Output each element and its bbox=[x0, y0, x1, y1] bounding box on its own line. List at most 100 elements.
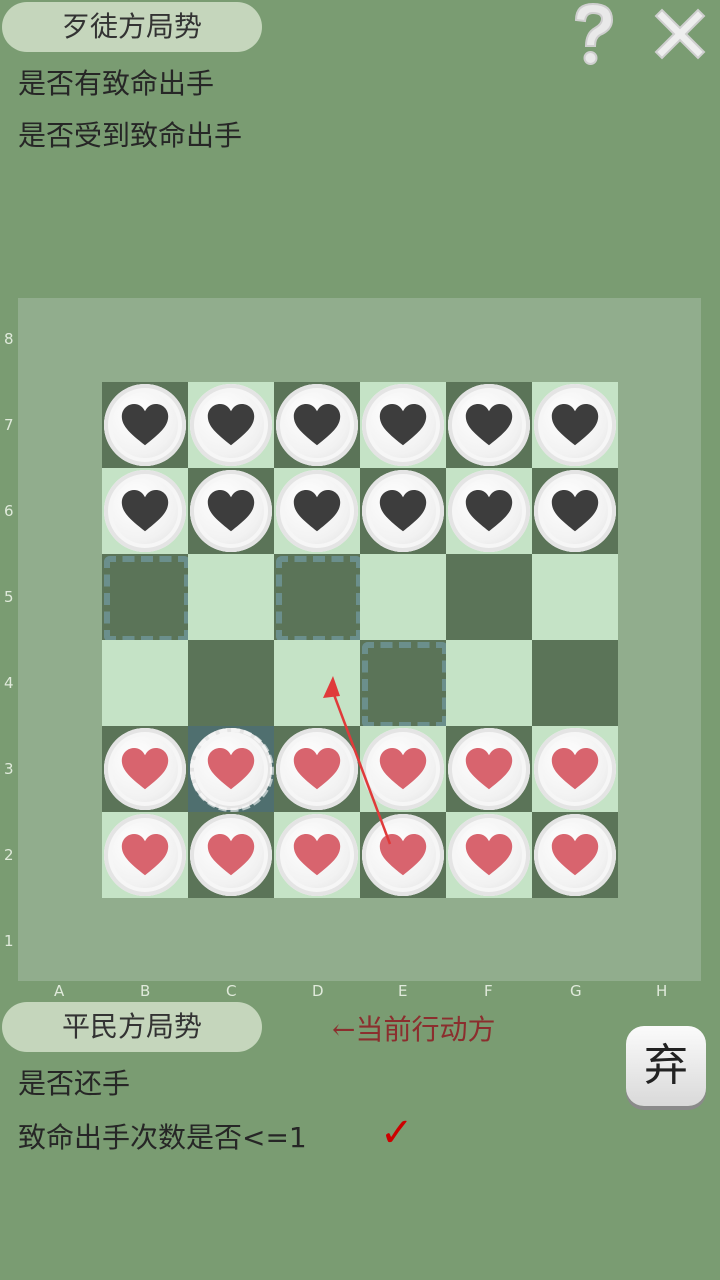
heart-icon bbox=[121, 489, 169, 532]
heart-icon bbox=[293, 489, 341, 532]
player-piece-E2[interactable] bbox=[362, 814, 444, 896]
board-square-D7[interactable] bbox=[274, 382, 360, 468]
board-square-C7[interactable] bbox=[188, 382, 274, 468]
opponent-fatal-move-status: 是否有致命出手 bbox=[18, 67, 215, 100]
board-square-B7[interactable] bbox=[102, 382, 188, 468]
board-square-C5[interactable] bbox=[188, 554, 274, 640]
player-fatal-count-status: 致命出手次数是否<=1 bbox=[18, 1121, 307, 1154]
heart-icon bbox=[379, 489, 427, 532]
board-square-D4[interactable] bbox=[274, 640, 360, 726]
heart-icon bbox=[551, 833, 599, 876]
board-square-D6[interactable] bbox=[274, 468, 360, 554]
check-mark-icon: ✓ bbox=[380, 1110, 414, 1156]
heart-icon bbox=[465, 833, 513, 876]
row-label-7: 7 bbox=[4, 416, 14, 434]
board-square-F2[interactable] bbox=[446, 812, 532, 898]
player-counterattack-status: 是否还手 bbox=[18, 1067, 131, 1100]
board-square-F5[interactable] bbox=[446, 554, 532, 640]
enemy-piece-B7[interactable] bbox=[104, 384, 186, 466]
enemy-piece-G6[interactable] bbox=[534, 470, 616, 552]
board-square-D2[interactable] bbox=[274, 812, 360, 898]
board-square-D3[interactable] bbox=[274, 726, 360, 812]
board-square-C2[interactable] bbox=[188, 812, 274, 898]
board-square-G7[interactable] bbox=[532, 382, 618, 468]
heart-icon bbox=[121, 747, 169, 790]
enemy-piece-E7[interactable] bbox=[362, 384, 444, 466]
board-square-E5[interactable] bbox=[360, 554, 446, 640]
enemy-piece-D6[interactable] bbox=[276, 470, 358, 552]
board-square-G5[interactable] bbox=[532, 554, 618, 640]
enemy-piece-F6[interactable] bbox=[448, 470, 530, 552]
column-label-H: H bbox=[656, 982, 668, 1000]
board-square-F4[interactable] bbox=[446, 640, 532, 726]
board-square-B3[interactable] bbox=[102, 726, 188, 812]
board-square-B6[interactable] bbox=[102, 468, 188, 554]
row-label-5: 5 bbox=[4, 588, 14, 606]
board-square-B5[interactable] bbox=[102, 554, 190, 642]
heart-icon bbox=[465, 489, 513, 532]
player-piece-E3[interactable] bbox=[362, 728, 444, 810]
column-label-F: F bbox=[484, 982, 493, 1000]
heart-icon bbox=[551, 489, 599, 532]
board-square-E2[interactable] bbox=[360, 812, 446, 898]
close-x-icon[interactable] bbox=[648, 2, 712, 66]
move-target-B5[interactable] bbox=[104, 556, 190, 642]
board-square-G3[interactable] bbox=[532, 726, 618, 812]
player-piece-F2[interactable] bbox=[448, 814, 530, 896]
board-square-G6[interactable] bbox=[532, 468, 618, 554]
board-square-F7[interactable] bbox=[446, 382, 532, 468]
heart-icon bbox=[551, 403, 599, 446]
give-up-button[interactable]: 弃 bbox=[626, 1026, 706, 1106]
heart-icon bbox=[207, 489, 255, 532]
player-piece-G3[interactable] bbox=[534, 728, 616, 810]
enemy-piece-D7[interactable] bbox=[276, 384, 358, 466]
heart-icon bbox=[465, 747, 513, 790]
board-square-B2[interactable] bbox=[102, 812, 188, 898]
column-label-D: D bbox=[312, 982, 324, 1000]
board-square-C6[interactable] bbox=[188, 468, 274, 554]
enemy-piece-C7[interactable] bbox=[190, 384, 272, 466]
board-square-E7[interactable] bbox=[360, 382, 446, 468]
player-piece-B2[interactable] bbox=[104, 814, 186, 896]
enemy-piece-E6[interactable] bbox=[362, 470, 444, 552]
heart-icon bbox=[379, 833, 427, 876]
move-target-D5[interactable] bbox=[276, 556, 362, 642]
move-target-E4[interactable] bbox=[362, 642, 448, 728]
heart-icon bbox=[465, 403, 513, 446]
player-piece-C2[interactable] bbox=[190, 814, 272, 896]
player-piece-G2[interactable] bbox=[534, 814, 616, 896]
enemy-piece-F7[interactable] bbox=[448, 384, 530, 466]
enemy-piece-B6[interactable] bbox=[104, 470, 186, 552]
board-square-E6[interactable] bbox=[360, 468, 446, 554]
board-square-B4[interactable] bbox=[102, 640, 188, 726]
enemy-piece-G7[interactable] bbox=[534, 384, 616, 466]
board-square-G2[interactable] bbox=[532, 812, 618, 898]
heart-icon bbox=[379, 403, 427, 446]
row-label-4: 4 bbox=[4, 674, 14, 692]
row-label-1: 1 bbox=[4, 932, 14, 950]
question-mark-icon[interactable] bbox=[562, 0, 622, 70]
board-square-E3[interactable] bbox=[360, 726, 446, 812]
enemy-piece-C6[interactable] bbox=[190, 470, 272, 552]
board-square-C4[interactable] bbox=[188, 640, 274, 726]
row-label-6: 6 bbox=[4, 502, 14, 520]
board-square-C3[interactable] bbox=[188, 726, 274, 812]
board-square-E4[interactable] bbox=[360, 640, 448, 728]
opponent-received-fatal-status: 是否受到致命出手 bbox=[18, 119, 243, 152]
player-piece-F3[interactable] bbox=[448, 728, 530, 810]
board-square-F6[interactable] bbox=[446, 468, 532, 554]
heart-icon bbox=[293, 403, 341, 446]
board-square-F3[interactable] bbox=[446, 726, 532, 812]
heart-icon bbox=[293, 833, 341, 876]
current-turn-indicator: ←当前行动方 bbox=[332, 1013, 496, 1046]
board-square-G4[interactable] bbox=[532, 640, 618, 726]
player-status-title: 平民方局势 bbox=[2, 1002, 262, 1052]
selected-piece-ring bbox=[190, 728, 274, 812]
opponent-status-panel: 歹徒方局势 是否有致命出手 是否受到致命出手 bbox=[0, 0, 720, 280]
column-label-C: C bbox=[226, 982, 237, 1000]
player-piece-D3[interactable] bbox=[276, 728, 358, 810]
player-piece-D2[interactable] bbox=[276, 814, 358, 896]
row-label-2: 2 bbox=[4, 846, 14, 864]
player-piece-B3[interactable] bbox=[104, 728, 186, 810]
board-square-D5[interactable] bbox=[274, 554, 362, 642]
